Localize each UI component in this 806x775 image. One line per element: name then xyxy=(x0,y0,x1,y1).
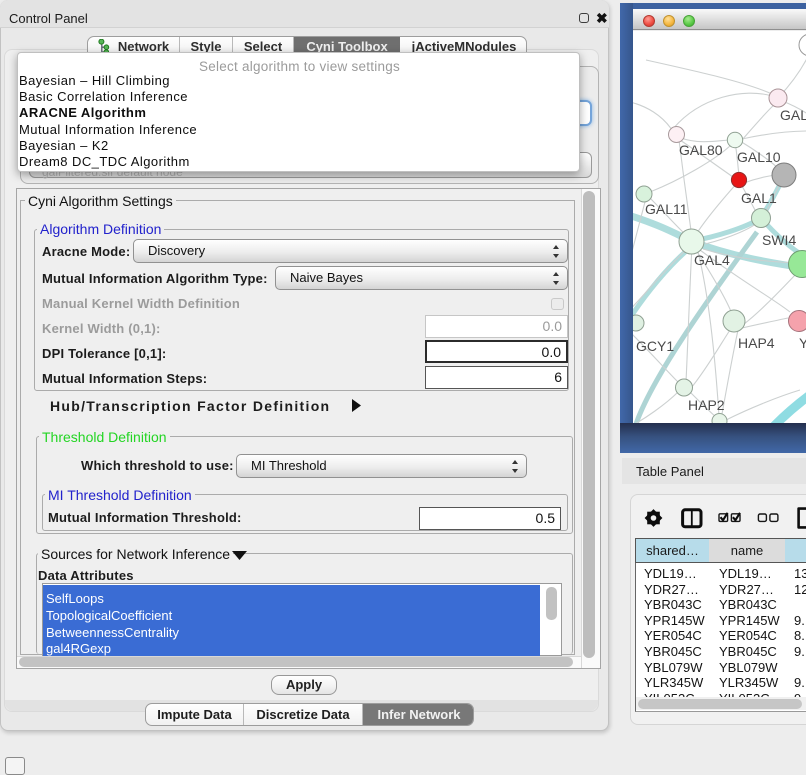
svg-text:SWI4: SWI4 xyxy=(762,232,796,248)
svg-text:YJ: YJ xyxy=(799,335,806,351)
svg-text:GAL11: GAL11 xyxy=(645,201,688,217)
svg-text:GAL2: GAL2 xyxy=(780,107,806,123)
svg-text:GAL4: GAL4 xyxy=(694,252,730,268)
svg-text:HAP4: HAP4 xyxy=(738,335,775,351)
svg-text:GCY1: GCY1 xyxy=(636,338,674,354)
svg-text:HAP2: HAP2 xyxy=(688,397,725,413)
svg-text:GAL1: GAL1 xyxy=(741,190,777,206)
svg-text:GAL10: GAL10 xyxy=(737,149,781,165)
svg-text:GAL80: GAL80 xyxy=(679,142,723,158)
